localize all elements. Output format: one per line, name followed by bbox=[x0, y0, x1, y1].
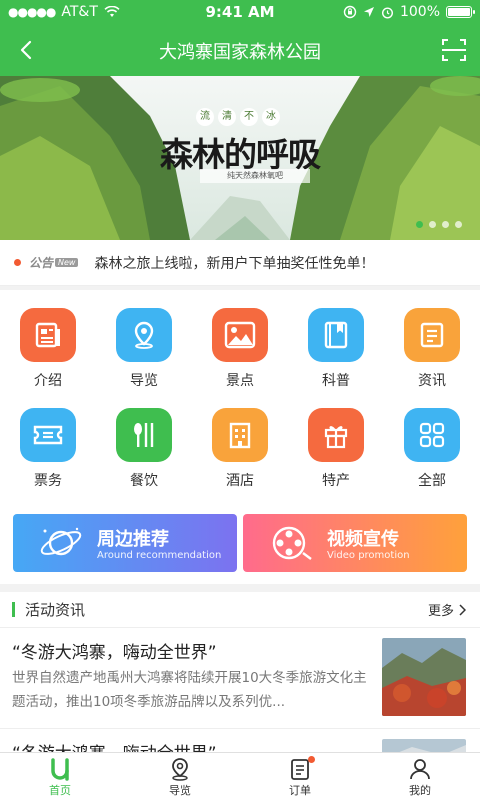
back-button[interactable] bbox=[8, 32, 44, 68]
grid-label: 餐饮 bbox=[130, 473, 158, 489]
banner-subtag: 纯天然森林氧吧 bbox=[200, 169, 310, 183]
tab-home[interactable]: 首页 bbox=[0, 753, 120, 800]
carousel-dot[interactable] bbox=[455, 221, 462, 228]
carousel-dot-active[interactable] bbox=[416, 221, 423, 228]
tab-guide[interactable]: 导览 bbox=[120, 753, 240, 800]
gift-icon bbox=[308, 408, 364, 462]
news-thumbnail bbox=[382, 638, 466, 716]
banner-carousel[interactable]: 流 清 不 冰 森林的呼吸 纯天然森林氧吧 bbox=[0, 76, 480, 240]
section-title: 活动资讯 bbox=[25, 601, 86, 619]
book-icon bbox=[308, 308, 364, 362]
tab-label: 订单 bbox=[289, 784, 311, 797]
tab-label: 首页 bbox=[49, 784, 71, 797]
tab-label: 我的 bbox=[409, 784, 431, 797]
announcement-bar[interactable]: 公告 New 森林之旅上线啦，新用户下单抽奖任性免单！ bbox=[0, 240, 480, 286]
news-icon bbox=[404, 308, 460, 362]
battery-percent: 100% bbox=[399, 4, 440, 20]
carousel-dot[interactable] bbox=[442, 221, 449, 228]
grid-item-intro[interactable]: 介绍 bbox=[0, 290, 96, 390]
grid-label: 科普 bbox=[322, 373, 350, 389]
grid-item-hotel[interactable]: 酒店 bbox=[192, 390, 288, 490]
planet-icon bbox=[40, 527, 82, 556]
orientation-lock-icon bbox=[343, 5, 357, 19]
promo-subtitle: Video promotion bbox=[327, 550, 410, 561]
video-promotion-card[interactable]: 视频宣传 Video promotion bbox=[243, 514, 467, 572]
activity-news-section: 活动资讯 更多 “冬游大鸿寨，嗨动全世界” 世界自然遗产地禹州大鸿寨将陆续开展1… bbox=[0, 592, 480, 752]
news-description: 世界自然遗产地禹州大鸿寨将陆续开展10大冬季旅游文化主题活动，推出10项冬季旅游… bbox=[12, 670, 367, 710]
alarm-icon bbox=[381, 6, 393, 19]
grid-item-tickets[interactable]: 票务 bbox=[0, 390, 96, 490]
grid-item-guide[interactable]: 导览 bbox=[96, 290, 192, 390]
grid-label: 全部 bbox=[418, 473, 446, 489]
grid-item-all[interactable]: 全部 bbox=[384, 390, 480, 490]
grid-label: 特产 bbox=[322, 473, 350, 489]
section-header: 活动资讯 更多 bbox=[0, 592, 480, 628]
notice-dot bbox=[14, 259, 21, 266]
grid-label: 资讯 bbox=[418, 373, 446, 389]
chevron-right-icon bbox=[459, 603, 466, 616]
grid-item-science[interactable]: 科普 bbox=[288, 290, 384, 390]
status-right: 100% bbox=[343, 4, 475, 20]
promo-subtitle: Around recommendation bbox=[97, 550, 222, 561]
carousel-indicators bbox=[416, 221, 462, 228]
battery-icon bbox=[446, 6, 475, 18]
location-pin-icon bbox=[116, 308, 172, 362]
all-apps-icon bbox=[404, 408, 460, 462]
bottom-tab-bar: 首页 导览 订单 我的 bbox=[0, 752, 480, 800]
tab-orders[interactable]: 订单 bbox=[240, 753, 360, 800]
nearby-recommendation-card[interactable]: 周边推荐 Around recommendation bbox=[13, 514, 237, 572]
ticket-icon bbox=[20, 408, 76, 462]
banner-headline-box: 森林的呼吸 bbox=[160, 114, 340, 174]
scan-button[interactable] bbox=[438, 34, 470, 66]
grid-label: 票务 bbox=[34, 473, 62, 489]
nav-bar: 大鸿寨国家森林公园 bbox=[0, 24, 480, 76]
tab-label: 导览 bbox=[169, 784, 191, 797]
home-logo-icon bbox=[47, 757, 73, 781]
picture-icon bbox=[212, 308, 268, 362]
intro-icon bbox=[20, 308, 76, 362]
news-item[interactable]: “冬游大鸿寨，嗨动全世界” 世界自然遗产地禹州大鸿寨将陆续开展10大冬季旅游文化… bbox=[0, 628, 480, 728]
location-arrow-icon bbox=[363, 7, 374, 17]
dining-icon bbox=[116, 408, 172, 462]
function-grid: 介绍 导览 景点 科普 资讯 票务 餐饮 酒店 特产 全部 bbox=[0, 290, 480, 498]
grid-item-scenery[interactable]: 景点 bbox=[192, 290, 288, 390]
grid-item-specialty[interactable]: 特产 bbox=[288, 390, 384, 490]
news-thumbnail bbox=[382, 739, 466, 752]
news-title: “冬游大鸿寨，嗨动全世界” bbox=[12, 643, 217, 663]
grid-label: 介绍 bbox=[34, 373, 62, 389]
user-icon bbox=[407, 757, 433, 781]
notification-badge bbox=[308, 756, 315, 763]
scan-icon bbox=[442, 39, 466, 61]
tab-mine[interactable]: 我的 bbox=[360, 753, 480, 800]
carousel-dot[interactable] bbox=[429, 221, 436, 228]
section-accent-bar bbox=[12, 602, 15, 617]
notice-text[interactable]: 森林之旅上线啦，新用户下单抽奖任性免单！ bbox=[94, 253, 374, 273]
chevron-left-icon bbox=[20, 40, 32, 60]
grid-label: 酒店 bbox=[226, 473, 254, 489]
more-link[interactable]: 更多 bbox=[428, 600, 466, 619]
grid-label: 导览 bbox=[130, 373, 158, 389]
news-item[interactable]: “冬游大鸿寨，嗨动全世界” bbox=[0, 728, 480, 752]
grid-item-dining[interactable]: 餐饮 bbox=[96, 390, 192, 490]
film-reel-icon bbox=[272, 526, 312, 560]
promo-title: 视频宣传 bbox=[327, 529, 399, 550]
page-title: 大鸿寨国家森林公园 bbox=[159, 42, 321, 63]
grid-label: 景点 bbox=[226, 373, 254, 389]
promo-title: 周边推荐 bbox=[97, 529, 169, 550]
grid-item-news[interactable]: 资讯 bbox=[384, 290, 480, 390]
location-pin-icon bbox=[167, 757, 193, 781]
notice-label: 公告 bbox=[29, 256, 54, 270]
more-label: 更多 bbox=[427, 604, 454, 619]
new-badge: New bbox=[55, 258, 79, 267]
promo-section: 周边推荐 Around recommendation 视频宣传 Video pr… bbox=[0, 498, 480, 584]
hotel-icon bbox=[212, 408, 268, 462]
status-bar: ●●●●● AT&T 9:41 AM 100% bbox=[0, 0, 480, 24]
news-title: “冬游大鸿寨，嗨动全世界” bbox=[12, 739, 217, 752]
